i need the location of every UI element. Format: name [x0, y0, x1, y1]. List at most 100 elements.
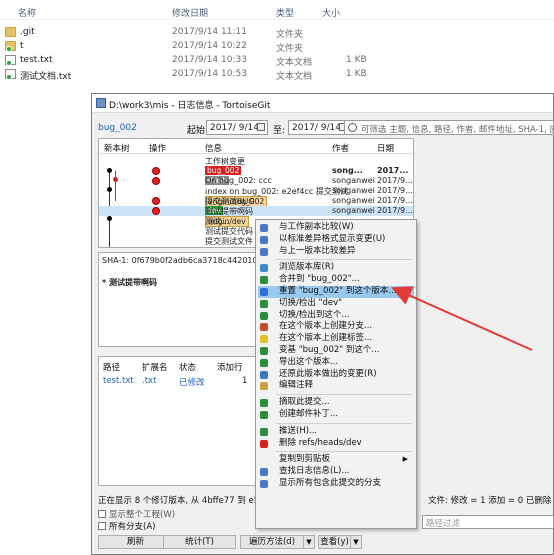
- menu-separator: [276, 394, 412, 396]
- modified-warning-icon: [152, 207, 160, 215]
- menu-item[interactable]: 切换/检出到这个...: [258, 310, 414, 322]
- menu-item[interactable]: 显示所有包含此提交的分支: [258, 478, 414, 490]
- menu-item-label: 复制到剪贴板: [279, 454, 331, 465]
- col-modified-header[interactable]: 修改日期: [172, 6, 208, 19]
- menu-item[interactable]: 重置 "bug_002" 到这个版本...: [258, 286, 414, 298]
- menu-item-label: 摘取此提交...: [279, 397, 330, 408]
- col-name-header[interactable]: 名称: [18, 6, 36, 19]
- dropdown-arrow-icon[interactable]: ▼: [350, 536, 361, 548]
- menu-item-icon: [260, 358, 268, 367]
- menu-item-label: 切换/检出 "dev": [279, 297, 343, 308]
- col-type-header[interactable]: 类型: [276, 6, 294, 19]
- log-row[interactable]: stash On bug_002: ccc songanwei 2017/9..…: [99, 176, 413, 186]
- menu-item-label: 推送(H)...: [279, 425, 318, 436]
- path-filter-input[interactable]: 路径过滤: [422, 515, 554, 529]
- menu-item-icon: [260, 399, 268, 408]
- search-icon: [348, 123, 357, 132]
- menu-item[interactable]: 还原此版本做出的变更(R): [258, 369, 414, 381]
- menu-item-label: 导出这个版本...: [279, 356, 339, 367]
- git-status-icon: [6, 46, 12, 52]
- menu-item-icon: [260, 480, 268, 488]
- calendar-dropdown-icon[interactable]: [257, 123, 265, 131]
- folder-icon: [5, 27, 16, 37]
- file-explorer: 名称 修改日期 类型 大小 .git 2017/9/14 11:11 文件夹 t…: [0, 0, 554, 92]
- menu-item-label: 创建邮件补丁...: [279, 409, 339, 419]
- to-label: 至:: [273, 126, 286, 136]
- menu-item-icon: [260, 288, 268, 296]
- menu-item[interactable]: 导出这个版本...: [258, 357, 414, 369]
- menu-item-label: 以标准差异格式显示变更(U): [279, 233, 386, 244]
- menu-item[interactable]: 与上一版本比较差异: [258, 246, 414, 258]
- menu-item-label: 还原此版本做出的变更(R): [279, 368, 377, 379]
- tortoisegit-icon: [96, 98, 106, 108]
- menu-item[interactable]: 以标准差异格式显示变更(U): [258, 234, 414, 246]
- menu-item-label: 浏览版本库(R): [279, 262, 335, 273]
- menu-item[interactable]: 浏览版本库(R): [258, 262, 414, 274]
- menu-item-label: 显示所有包含此提交的分支: [279, 478, 382, 488]
- folder-icon: [5, 41, 16, 52]
- title-bar[interactable]: D:\work3\mis - 日志信息 - TortoiseGit: [92, 94, 553, 113]
- explorer-row[interactable]: .git 2017/9/14 11:11 文件夹: [0, 25, 554, 40]
- statistics-button[interactable]: 统计(T): [163, 535, 236, 549]
- log-row[interactable]: origin/bug_002 提交测试BUG songanwei 2017/9.…: [99, 196, 413, 207]
- menu-item[interactable]: 复制到剪贴板 ▶: [258, 454, 414, 466]
- menu-item[interactable]: 在这个版本上创建标签...: [258, 333, 414, 345]
- menu-item-icon: [260, 235, 268, 244]
- menu-item-icon: [260, 247, 268, 256]
- menu-item-label: 与上一版本比较差异: [279, 245, 356, 256]
- from-date-picker[interactable]: 2017/ 9/14: [206, 120, 268, 135]
- menu-item[interactable]: 与工作副本比较(W): [258, 222, 414, 234]
- text-file-icon: [5, 69, 16, 80]
- log-row[interactable]: index on bug_002: e2ef4cc 提交测试 songanwei…: [99, 186, 413, 196]
- log-grid-header: 新本树 操作 信息 作者 日期: [99, 139, 413, 154]
- modified-warning-icon: [152, 167, 160, 175]
- log-row[interactable]: bug_002 asdasd song... 2017...: [99, 166, 413, 176]
- branch-link[interactable]: bug_002: [98, 123, 137, 133]
- show-whole-project-checkbox[interactable]: 显示整个工程(W): [98, 508, 175, 520]
- menu-item-label: 重置 "bug_002" 到这个版本...: [279, 286, 397, 296]
- explorer-row[interactable]: t 2017/9/14 10:22 文件夹: [0, 39, 554, 54]
- log-row-selected[interactable]: dev 测试提带啊码 songanwei 2017/9...: [99, 206, 413, 216]
- explorer-row[interactable]: test.txt 2017/9/14 10:33 文本文档 1 KB: [0, 53, 554, 68]
- menu-item[interactable]: 摘取此提交...: [258, 397, 414, 409]
- menu-item-icon: [260, 299, 268, 308]
- menu-item-label: 切换/检出到这个...: [279, 309, 350, 320]
- menu-item[interactable]: 删除 refs/heads/dev: [258, 438, 414, 450]
- explorer-row[interactable]: 测试文档.txt 2017/9/14 10:53 文本文档 1 KB: [0, 67, 554, 82]
- menu-item[interactable]: 合并到 "bug_002"...: [258, 274, 414, 286]
- menu-item-icon: [260, 382, 268, 391]
- dropdown-arrow-icon[interactable]: ▼: [303, 536, 314, 548]
- menu-item-icon: [260, 264, 268, 273]
- git-status-icon: [6, 60, 12, 66]
- menu-item[interactable]: 查找日志信息(L)...: [258, 466, 414, 478]
- menu-item-icon: [260, 468, 268, 477]
- all-branches-checkbox[interactable]: 所有分支(A): [98, 520, 155, 532]
- to-date-picker[interactable]: 2017/ 9/14: [288, 120, 350, 135]
- menu-item-icon: [260, 411, 268, 419]
- refresh-button[interactable]: 刷新: [98, 535, 173, 549]
- menu-item[interactable]: 编辑注释: [258, 380, 414, 392]
- menu-item[interactable]: 在这个版本上创建分支...: [258, 321, 414, 333]
- col-size-header[interactable]: 大小: [322, 6, 340, 19]
- menu-item-icon: [260, 224, 268, 232]
- menu-separator: [276, 422, 412, 424]
- menu-item-label: 变基 "bug_002" 到这个...: [279, 345, 380, 355]
- git-status-icon: [6, 74, 12, 80]
- log-row[interactable]: 工作树变更: [99, 156, 413, 166]
- menu-item-icon: [260, 335, 268, 344]
- menu-item-label: 与工作副本比较(W): [279, 222, 354, 232]
- menu-item-icon: [260, 427, 268, 436]
- menu-item[interactable]: 切换/检出 "dev": [258, 298, 414, 310]
- menu-separator: [276, 259, 412, 261]
- menu-item[interactable]: 创建邮件补丁...: [258, 409, 414, 421]
- search-input[interactable]: 可筛选 主题, 信息, 路径, 作者, 邮件地址, SHA-1, 应用名, 注释: [344, 120, 554, 135]
- menu-item-label: 在这个版本上创建分支...: [279, 321, 373, 332]
- menu-item-label: 查找日志信息(L)...: [279, 466, 350, 477]
- menu-item-label: 删除 refs/heads/dev: [279, 437, 362, 448]
- menu-item-label: 合并到 "bug_002"...: [279, 274, 360, 285]
- walk-method-button[interactable]: 遍历方法(d) ▼: [240, 535, 315, 549]
- view-button[interactable]: 查看(y) ▼: [318, 535, 362, 549]
- menu-item[interactable]: 变基 "bug_002" 到这个...: [258, 345, 414, 357]
- menu-item[interactable]: 推送(H)...: [258, 426, 414, 438]
- submenu-arrow-icon: ▶: [402, 455, 408, 464]
